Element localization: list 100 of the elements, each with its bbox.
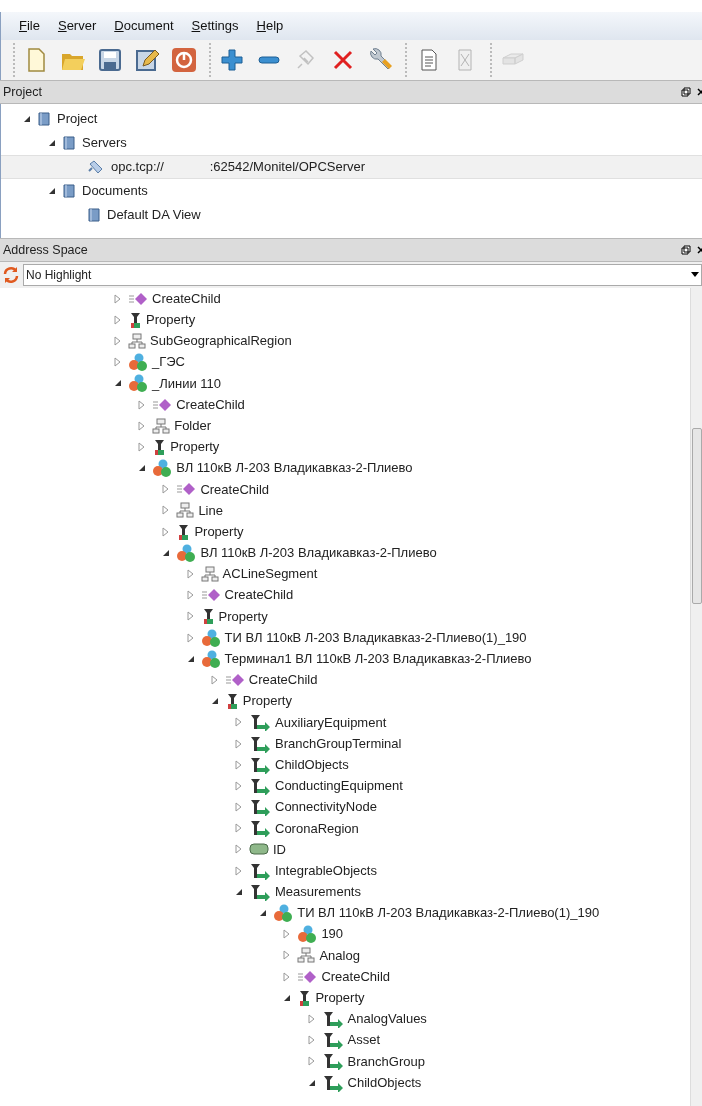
tree-item[interactable]: ChildObjects [0,1071,690,1094]
tree-label: Property [146,311,196,330]
tree-label: BranchGroupTerminal [275,734,402,753]
tree-item[interactable]: CreateChild [0,584,690,606]
property-icon [176,522,191,541]
tree-label: ID [273,840,286,859]
hierarchy-icon [128,332,146,349]
hierarchy-icon [297,947,316,964]
tree-label: Default DA View [107,206,201,225]
tree-item[interactable]: Asset [0,1029,690,1051]
tree-item[interactable]: ChildObjects [0,754,690,776]
hierarchy-icon [200,566,219,583]
tree-item[interactable]: ТИ ВЛ 110кВ Л-203 Владикавказ-2-Плиево(1)_190 [0,627,690,649]
tree-item[interactable]: BranchGroupTerminal [0,732,690,755]
tree-item[interactable]: Servers [1,131,702,155]
close-icon[interactable] [697,245,702,255]
tree-item[interactable]: CreateChild [0,966,690,988]
property-arrow-icon [321,1031,344,1050]
tree-item[interactable]: Property [0,436,690,458]
tree-label: Folder [174,416,212,435]
property-arrow-icon [249,819,271,838]
tree-item[interactable]: AnalogValues [0,1008,690,1030]
property-arrow-icon [249,755,271,774]
diamond-icon [176,482,197,497]
menu-item[interactable]: Server [57,16,97,36]
tree-item[interactable]: Property [0,605,690,627]
cubes-icon [273,904,294,923]
tree-item[interactable]: SubGeographicalRegion [0,330,690,352]
refresh-icon[interactable] [2,266,20,284]
tree-item[interactable]: Default DA View [1,203,702,227]
tree-item[interactable]: BranchGroup [0,1050,690,1072]
book-icon [37,111,51,127]
menu-item[interactable]: Document [114,16,174,36]
tree-item[interactable]: Терминал1 ВЛ 110кВ Л-203 Владикавказ-2-Плиево [0,648,690,670]
menu-item[interactable]: Help [256,16,284,36]
tree-item[interactable]: ConductingEquipment [0,775,690,797]
tree-item[interactable]: Analog [0,944,690,966]
tree-item[interactable]: CreateChild [0,288,690,310]
hierarchy-icon [152,417,171,434]
float-icon[interactable] [681,87,691,97]
tree-item[interactable]: ВЛ 110кВ Л-203 Владикавказ-2-Плиево [0,457,690,479]
tree-item[interactable]: ACLineSegment [0,563,690,585]
tree-item[interactable]: AuxiliaryEquipment [0,711,690,733]
cubes-icon [297,925,318,944]
panel-title: Project [3,83,43,101]
tree-label: ChildObjects [275,755,349,774]
tree-item[interactable]: Folder [0,415,690,437]
tree-label: CoronaRegion [275,819,359,838]
tree-label: ConductingEquipment [275,777,403,796]
menu-item[interactable]: File [19,16,40,36]
tree-label: ACLineSegment [222,565,318,584]
tree-item[interactable]: ConnectivityNode [0,796,690,818]
tree-item[interactable]: Line [0,499,690,522]
tree-item[interactable]: Property [0,521,690,543]
scroll-thumb[interactable] [691,428,702,604]
caret-icon [691,272,699,278]
tree-item[interactable]: Property [0,690,690,712]
tree-item[interactable]: ВЛ 110кВ Л-203 Владикавказ-2-Плиево [0,542,690,564]
hierarchy-icon [176,502,195,519]
scrollbar[interactable] [690,288,702,1106]
tree-item[interactable]: CreateChild [0,478,690,500]
tree-item[interactable]: CoronaRegion [0,817,690,839]
tree-item[interactable]: CreateChild [0,669,690,691]
tree-label: Documents [82,182,148,201]
tree-item[interactable]: IntegrableObjects [0,860,690,882]
tree-label: ТИ ВЛ 110кВ Л-203 Владикавказ-2-Плиево(1)_190 [297,904,600,923]
close-icon[interactable] [697,87,702,97]
tree-item[interactable]: _ГЭС [0,351,690,373]
menu-item[interactable]: Settings [191,16,239,36]
property-icon [297,988,312,1007]
tree-label: BranchGroup [347,1052,425,1071]
property-arrow-icon [249,776,271,795]
property-icon [128,310,142,329]
cubes-icon [200,649,221,668]
tree-label: Servers [82,134,127,153]
tree-item[interactable]: _Линии 110 [0,372,690,394]
tree-label: Property [194,522,244,541]
tree-item[interactable]: opc.tcp:// :62542/Monitel/OPCServer [1,155,702,179]
highlight-dropdown[interactable]: No Highlight [23,264,702,286]
tree-item[interactable]: Property [0,987,690,1009]
tree-item[interactable]: Documents [1,179,702,203]
panel-title: Address Space [3,241,89,259]
tree-label: Asset [347,1031,381,1050]
tree-item[interactable]: ID [0,838,690,861]
tree-item[interactable]: Property [0,309,690,331]
tree-label: Property [315,989,365,1008]
tree-item[interactable]: Measurements [0,881,690,903]
tree-item[interactable]: Project [1,107,702,131]
float-icon[interactable] [681,245,691,255]
cubes-icon [128,353,148,372]
property-arrow-icon [321,1052,344,1071]
tree-label: Line [198,501,223,520]
plug-icon [87,159,105,175]
tree-item[interactable]: ТИ ВЛ 110кВ Л-203 Владикавказ-2-Плиево(1)_190 [0,902,690,924]
tree-item[interactable]: CreateChild [0,393,690,416]
tree-label: CreateChild [200,480,270,499]
property-arrow-icon [249,882,271,901]
tree-label: SubGeographicalRegion [150,332,292,351]
book-icon [62,135,76,151]
tree-item[interactable]: 190 [0,923,690,945]
